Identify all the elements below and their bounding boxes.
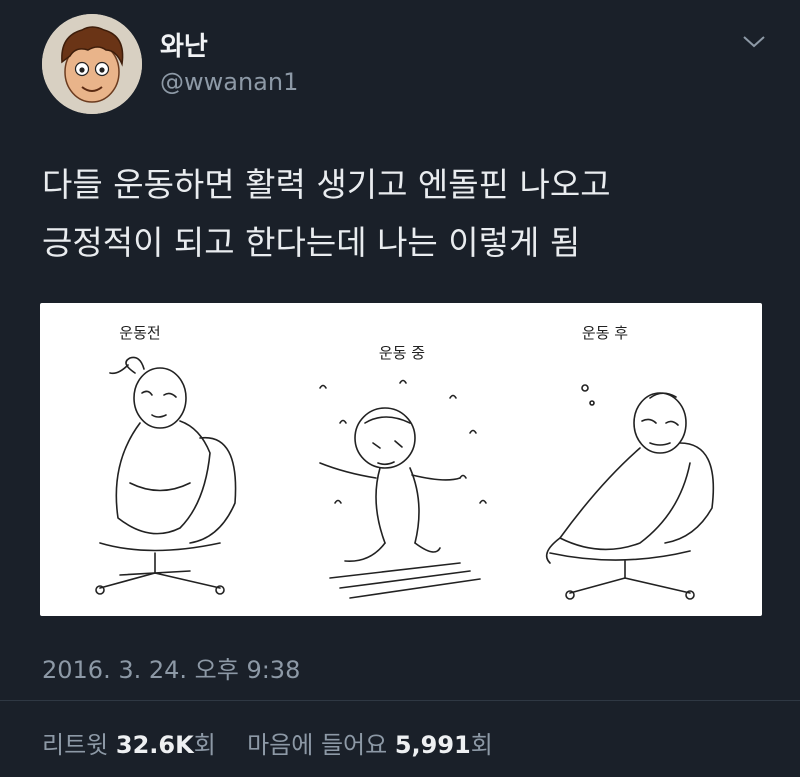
tweet-stats: 리트윗 32.6K회 마음에 들어요 5,991회 [42,725,493,760]
tweet-text-line-2: 긍정적이 되고 한다는데 나는 이렇게 됨 [42,223,581,262]
like-count[interactable]: 5,991 [395,731,471,759]
panel-caption-before: 운동전 [119,324,160,342]
comic-panel-before: 운동전 [95,324,237,595]
retweet-unit: 회 [193,731,216,759]
tweet-text: 다들 운동하면 활력 생기고 엔돌핀 나오고 긍정적이 되고 한다는데 나는 이… [42,156,772,272]
tweet-media-image[interactable]: 운동전 운동 중 운동 후 [40,303,762,616]
tweet-text-line-1: 다들 운동하면 활력 생기고 엔돌핀 나오고 [42,165,611,204]
comic-panel-after: 운동 후 [545,324,715,600]
user-handle[interactable]: @wwanan1 [160,68,298,96]
avatar-image [42,14,142,114]
tweet-timestamp[interactable]: 2016. 3. 24. 오후 9:38 [42,650,300,685]
like-label[interactable]: 마음에 들어요 [247,731,387,759]
comic-illustration: 운동전 운동 중 운동 후 [95,324,715,600]
retweet-label[interactable]: 리트윗 [42,731,108,759]
panel-caption-after: 운동 후 [582,324,628,342]
like-unit: 회 [470,731,493,759]
panel-caption-during: 운동 중 [379,344,425,362]
avatar[interactable] [42,14,142,114]
divider [0,700,800,701]
tweet-card: 와난 @wwanan1 다들 운동하면 활력 생기고 엔돌핀 나오고 긍정적이 … [0,0,800,777]
chevron-down-icon[interactable] [740,32,768,52]
retweet-count[interactable]: 32.6K [116,731,194,759]
display-name[interactable]: 와난 [160,26,208,63]
comic-panel-during: 운동 중 [319,344,487,599]
